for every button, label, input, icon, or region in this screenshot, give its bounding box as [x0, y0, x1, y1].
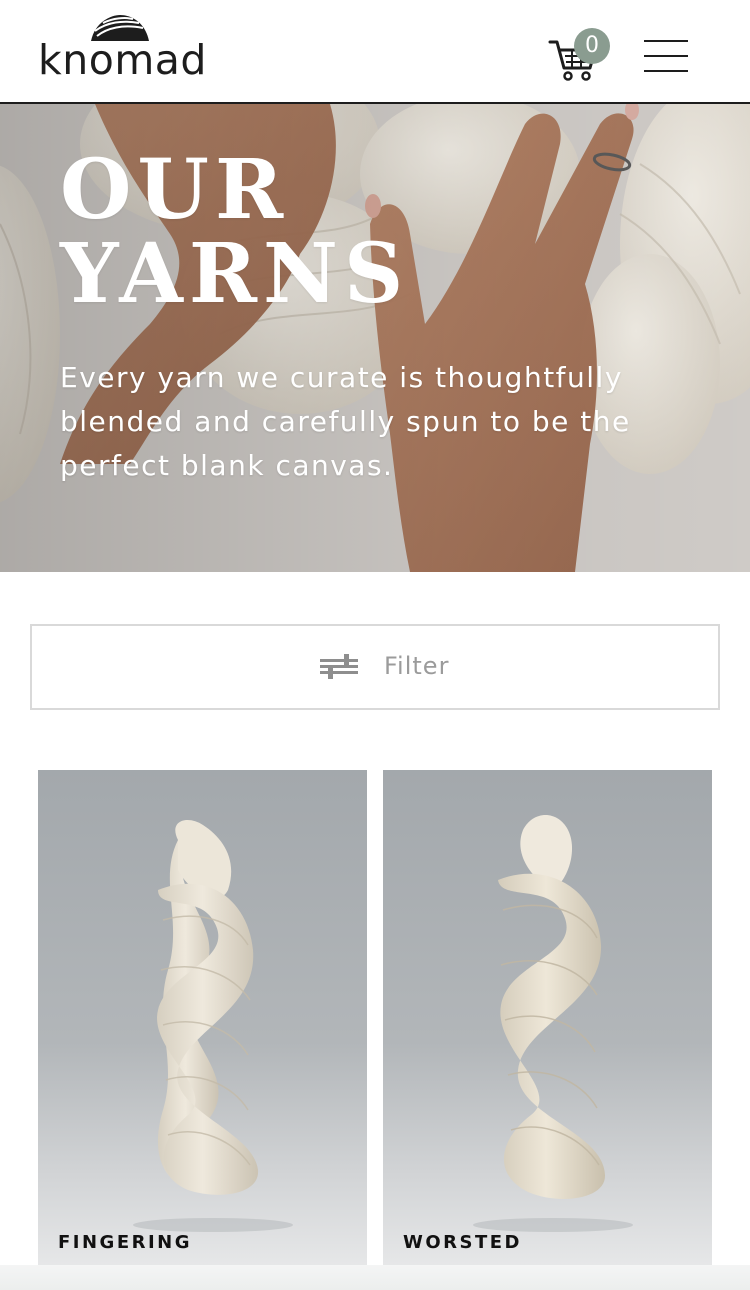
page-bottom-edge — [0, 1265, 750, 1290]
logo-wordmark: knomad — [38, 36, 207, 84]
yarn-skein-image — [473, 815, 633, 1232]
hero-description: Every yarn we curate is thoughtfully ble… — [60, 361, 631, 482]
knomad-logo[interactable]: knomad — [38, 14, 207, 84]
menu-button[interactable] — [642, 38, 690, 76]
product-card-worsted[interactable]: WORSTED — [383, 770, 712, 1265]
yarn-skein-image — [133, 820, 293, 1232]
product-label: WORSTED — [403, 1232, 522, 1253]
hero-banner: OUR YARNS Every yarn we curate is though… — [0, 104, 750, 572]
hamburger-menu-icon-line — [644, 70, 688, 72]
filter-label: Filter — [384, 652, 450, 680]
sliders-icon — [320, 654, 358, 679]
filter-button[interactable]: Filter — [30, 624, 720, 710]
product-label: FINGERING — [58, 1232, 193, 1253]
hamburger-menu-icon — [644, 40, 688, 42]
product-card-fingering[interactable]: FINGERING — [38, 770, 367, 1265]
hamburger-menu-icon-line — [644, 55, 688, 57]
site-header: knomad 0 — [0, 0, 750, 104]
page-title: OUR YARNS — [60, 142, 410, 322]
cart-button[interactable]: 0 — [548, 28, 612, 84]
cart-count-badge: 0 — [574, 28, 610, 64]
